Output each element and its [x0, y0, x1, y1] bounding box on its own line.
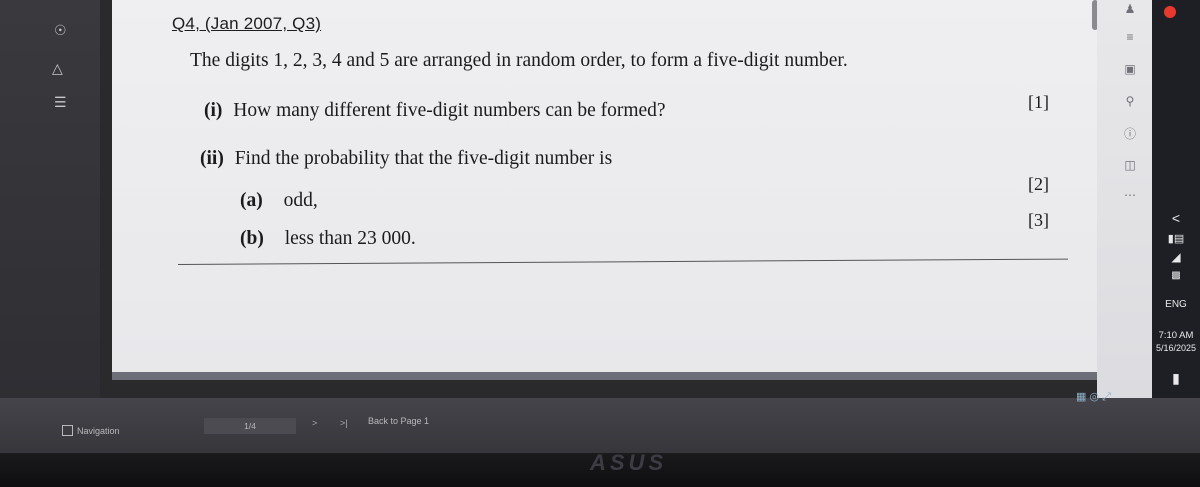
part-i: (i) How many different five-digit number…: [204, 100, 666, 122]
clock-date[interactable]: 5/16/2025: [1152, 343, 1200, 353]
language-indicator[interactable]: ENG: [1152, 299, 1200, 310]
question-divider: [177, 258, 1068, 265]
clock-time[interactable]: 7:10 AM: [1152, 330, 1200, 341]
left-sidebar: ☉ △ ☰: [0, 0, 100, 400]
question-intro: The digits 1, 2, 3, 4 and 5 are arranged…: [190, 50, 848, 71]
doc-icon[interactable]: ▣: [1120, 62, 1140, 76]
split-icon[interactable]: ◫: [1120, 158, 1140, 172]
back-to-page-link[interactable]: Back to Page 1: [368, 416, 429, 426]
next-page-button[interactable]: >: [312, 418, 317, 428]
part-i-text: How many different five-digit numbers ca…: [233, 100, 666, 121]
more-icon[interactable]: ⋯: [1120, 188, 1140, 202]
part-a: (a) odd,: [240, 190, 318, 212]
document-page: Q4, (Jan 2007, Q3) The digits 1, 2, 3, 4…: [112, 0, 1097, 380]
part-b-label: (b): [240, 228, 264, 249]
part-b-text: less than 23 000.: [284, 228, 416, 249]
part-i-label: (i): [204, 100, 223, 121]
battery-icon[interactable]: ▮▤: [1152, 232, 1200, 245]
person-icon[interactable]: ♟: [1120, 2, 1140, 16]
system-taskbar: < ▮▤ ◢ ▩ ENG 7:10 AM 5/16/2025 ▮: [1152, 0, 1200, 400]
last-page-button[interactable]: >|: [340, 418, 348, 428]
part-a-mark: [2]: [1028, 174, 1049, 194]
record-indicator: [1164, 6, 1176, 18]
pin-icon[interactable]: ☉: [54, 22, 67, 39]
part-a-text: odd,: [283, 190, 318, 211]
view-mode-icons[interactable]: ▦ ◎ ⤢: [1076, 390, 1111, 404]
search-icon[interactable]: ⚲: [1120, 94, 1140, 108]
brand-logo: ASUS: [590, 450, 668, 475]
part-b: (b) less than 23 000.: [240, 228, 416, 250]
keyboard-icon[interactable]: ▩: [1152, 270, 1200, 281]
collapse-button[interactable]: <: [1152, 210, 1200, 226]
reader-status-bar: [0, 398, 1200, 453]
question-header: Q4, (Jan 2007, Q3): [172, 14, 322, 33]
navigation-label: Navigation: [77, 425, 120, 436]
part-ii: (ii) Find the probability that the five-…: [200, 148, 612, 170]
translate-icon[interactable]: ≡: [1120, 30, 1140, 44]
shapes-icon[interactable]: △: [52, 60, 63, 77]
help-icon[interactable]: ⓘ: [1120, 125, 1140, 142]
network-icon[interactable]: ◢: [1152, 250, 1200, 264]
page-indicator[interactable]: 1/4: [204, 418, 296, 434]
navigation-icon: [62, 425, 73, 436]
notification-icon[interactable]: ▮: [1152, 370, 1200, 387]
part-b-mark: [3]: [1028, 210, 1049, 230]
part-ii-label: (ii): [200, 148, 224, 169]
part-ii-text: Find the probability that the five-digit…: [234, 148, 613, 169]
part-i-mark: [1]: [1028, 92, 1049, 112]
navigation-button[interactable]: Navigation: [62, 425, 120, 436]
layers-icon[interactable]: ☰: [54, 94, 67, 111]
part-a-label: (a): [240, 190, 263, 211]
